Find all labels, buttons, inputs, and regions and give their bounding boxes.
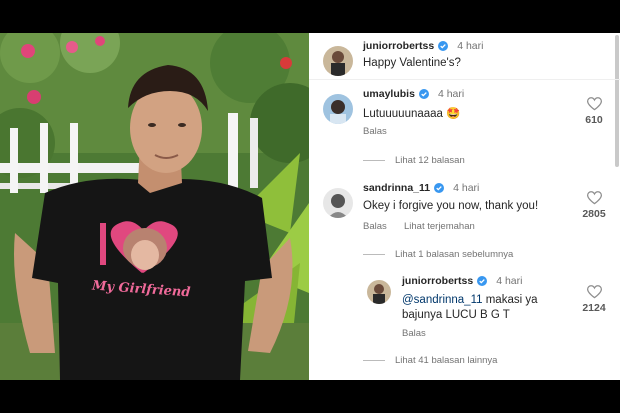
verified-badge-icon	[477, 276, 488, 286]
thread-line	[363, 160, 385, 161]
reply-text: @sandrinna_11 makasi ya bajunya LUCU B G…	[402, 293, 567, 323]
caption-time: 4 hari	[457, 40, 484, 52]
view-previous-replies-label[interactable]: Lihat 1 balasan sebelumnya	[395, 249, 513, 260]
like-count: 2805	[582, 208, 606, 220]
like-heart-icon[interactable]	[587, 97, 602, 111]
avatar-image	[330, 100, 346, 124]
verified-badge-icon	[438, 41, 449, 51]
avatar[interactable]	[367, 280, 391, 304]
reply-button[interactable]: Balas	[363, 221, 387, 232]
comment-author: umaylubis 4 hari	[363, 88, 464, 100]
comment-time: 4 hari	[437, 88, 465, 100]
caption-text: Happy Valentine's?	[363, 57, 461, 69]
caption-username[interactable]: juniorrobertss	[363, 40, 434, 52]
thread-line	[363, 360, 385, 361]
avatar[interactable]	[323, 188, 353, 218]
comments-panel: juniorrobertss 4 hari Happy Valentine's?…	[309, 33, 620, 380]
mention-link[interactable]: @sandrinna_11	[402, 294, 483, 306]
reply-username[interactable]: juniorrobertss	[402, 275, 473, 287]
thread-line	[363, 254, 385, 255]
avatar-image	[373, 284, 385, 304]
like-count: 610	[585, 114, 603, 126]
verified-badge-icon	[418, 89, 429, 99]
view-more-replies-label[interactable]: Lihat 41 balasan lainnya	[395, 355, 497, 366]
post-photo: My Girlfriend	[0, 33, 309, 380]
reply-time: 4 hari	[496, 275, 523, 287]
divider	[309, 79, 620, 80]
caption-author: juniorrobertss 4 hari	[363, 40, 483, 52]
like-heart-icon[interactable]	[587, 285, 602, 299]
comment-author: sandrinna_11 4 hari	[363, 182, 479, 194]
comment-text: Okey i forgive you now, thank you!	[363, 200, 539, 212]
comment-time: 4 hari	[453, 182, 480, 194]
reply-button[interactable]: Balas	[363, 126, 387, 137]
avatar-image	[328, 194, 348, 218]
view-previous-replies-button[interactable]: Lihat 1 balasan sebelumnya	[363, 249, 513, 260]
comment-username[interactable]: umaylubis	[363, 88, 415, 100]
comment-text: Lutuuuuunaaaa 🤩	[363, 108, 461, 120]
translate-button[interactable]: Lihat terjemahan	[404, 221, 475, 232]
comment-username[interactable]: sandrinna_11	[363, 182, 430, 194]
view-more-replies-button[interactable]: Lihat 41 balasan lainnya	[363, 355, 497, 366]
view-replies-label[interactable]: Lihat 12 balasan	[395, 155, 465, 166]
like-count: 2124	[582, 302, 606, 314]
avatar[interactable]	[323, 46, 353, 76]
reply-button[interactable]: Balas	[402, 328, 426, 339]
verified-badge-icon	[434, 183, 445, 193]
post-photo-illustration	[0, 33, 309, 380]
scrollbar[interactable]	[615, 35, 619, 167]
avatar[interactable]	[323, 94, 353, 124]
instagram-post-frame: My Girlfriend juniorrobertss 4 hari Happ…	[0, 33, 620, 380]
reply-author: juniorrobertss 4 hari	[402, 275, 522, 287]
avatar-image	[331, 51, 345, 76]
like-heart-icon[interactable]	[587, 191, 602, 205]
view-replies-button[interactable]: Lihat 12 balasan	[363, 155, 465, 166]
